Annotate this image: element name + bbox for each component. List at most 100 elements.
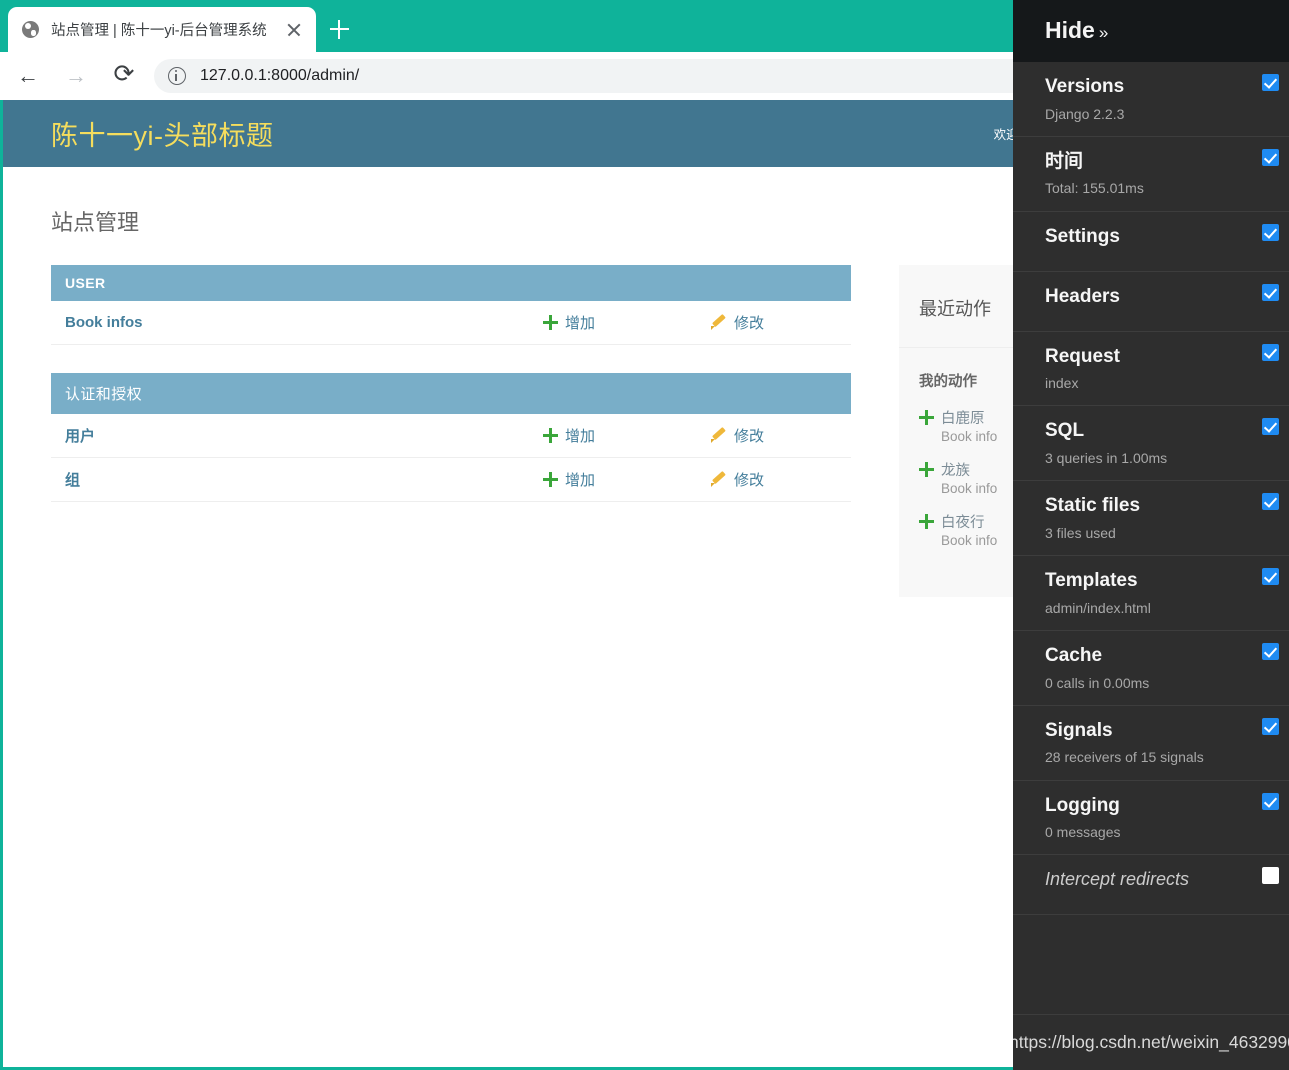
ddt-panel[interactable]: Intercept redirects: [1013, 855, 1289, 916]
ddt-panel[interactable]: Templates admin/index.html: [1013, 556, 1289, 631]
watermark: https://blog.csdn.net/weixin_46329906: [1013, 1014, 1289, 1070]
model-name-cell: 用户: [51, 414, 515, 458]
info-circle-icon[interactable]: [168, 67, 186, 85]
forward-arrow-icon[interactable]: [56, 56, 96, 96]
change-cell: 修改: [683, 414, 851, 458]
model-name-cell: 组: [51, 458, 515, 502]
ddt-panel-checkbox[interactable]: [1262, 343, 1279, 361]
ddt-panel-label[interactable]: Templates: [1045, 568, 1245, 594]
django-debug-toolbar: Hide» Versions Django 2.2.3 时间 Total: 155.0…: [1013, 0, 1289, 1070]
change-link[interactable]: 修改: [734, 472, 764, 489]
ddt-panel-sub: index: [1045, 375, 1079, 392]
ddt-panel-checkbox[interactable]: [1262, 717, 1279, 735]
ddt-panel-checkbox[interactable]: [1262, 148, 1279, 166]
model-link[interactable]: 组: [65, 472, 80, 489]
ddt-panel-sub: admin/index.html: [1045, 599, 1151, 616]
ddt-panel-sub: 0 calls in 0.00ms: [1045, 674, 1150, 691]
app-caption[interactable]: USER: [51, 265, 851, 301]
watermark-text: https://blog.csdn.net/weixin_46329906: [1013, 1032, 1289, 1052]
ddt-panel[interactable]: Headers: [1013, 272, 1289, 332]
new-tab-button[interactable]: [324, 14, 354, 44]
ddt-panel[interactable]: Logging 0 messages: [1013, 781, 1289, 856]
ddt-panel-label[interactable]: Logging: [1045, 793, 1245, 819]
change-link[interactable]: 修改: [734, 428, 764, 445]
ddt-panel-checkbox[interactable]: [1262, 867, 1279, 885]
add-cell: 增加: [515, 458, 683, 502]
browser-tab[interactable]: 站点管理 | 陈十一yi-后台管理系统: [8, 7, 316, 52]
app-caption[interactable]: 认证和授权: [51, 373, 851, 414]
ddt-panel-checkbox[interactable]: [1262, 568, 1279, 586]
globe-icon: [22, 21, 39, 38]
chevron-right-icon: »: [1098, 22, 1109, 42]
add-link[interactable]: 增加: [565, 428, 595, 445]
add-link[interactable]: 增加: [565, 472, 595, 489]
change-cell: 修改: [683, 301, 851, 345]
ddt-panel[interactable]: Versions Django 2.2.3: [1013, 62, 1289, 137]
ddt-panel-sub: 3 queries in 1.00ms: [1045, 450, 1168, 467]
ddt-panel[interactable]: Request index: [1013, 332, 1289, 407]
reload-icon[interactable]: [104, 54, 144, 96]
pencil-icon: [711, 428, 727, 443]
model-link[interactable]: 用户: [65, 428, 95, 445]
add-cell: 增加: [515, 414, 683, 458]
ddt-panel-sub: 0 messages: [1045, 824, 1121, 841]
ddt-panel[interactable]: Static files 3 files used: [1013, 481, 1289, 557]
change-link[interactable]: 修改: [734, 315, 764, 332]
app-module: USER Book infos 增加 修改: [51, 265, 851, 345]
ddt-panel-label[interactable]: SQL: [1045, 418, 1245, 444]
ddt-panel-sub: 3 files used: [1045, 524, 1116, 541]
tab-close-icon[interactable]: [282, 18, 306, 42]
ddt-panel-sub: Django 2.2.3: [1045, 105, 1125, 122]
ddt-panel-checkbox[interactable]: [1262, 283, 1279, 301]
ddt-panel-label[interactable]: Signals: [1045, 718, 1245, 744]
ddt-panel-label[interactable]: Intercept redirects: [1045, 867, 1245, 891]
ddt-panel[interactable]: SQL 3 queries in 1.00ms: [1013, 406, 1289, 482]
ddt-panel-checkbox[interactable]: [1262, 223, 1279, 241]
back-arrow-icon[interactable]: [8, 56, 48, 96]
table-row: 组 增加 修改: [51, 458, 851, 502]
table-row: 用户 增加 修改: [51, 414, 851, 458]
app-table: 认证和授权 用户 增加 修改组增加 修改: [51, 373, 851, 502]
ddt-panel-label[interactable]: Settings: [1045, 224, 1245, 250]
ddt-hide-text: Hide: [1045, 16, 1095, 43]
app-table: USER Book infos 增加 修改: [51, 265, 851, 345]
tab-title: 站点管理 | 陈十一yi-后台管理系统: [51, 23, 267, 39]
ddt-panel-label[interactable]: 时间: [1045, 149, 1245, 175]
url-text: 127.0.0.1:8000/admin/: [200, 67, 360, 84]
app-list: USER Book infos 增加 修改 认证和授权 用户 增加 修改组增加 修改: [51, 265, 851, 530]
plus-icon: [543, 472, 558, 487]
plus-icon: [919, 514, 934, 529]
model-name-cell: Book infos: [51, 301, 515, 345]
plus-icon: [919, 462, 934, 477]
ddt-panel[interactable]: Settings: [1013, 212, 1289, 272]
ddt-panel-label[interactable]: Static files: [1045, 493, 1245, 519]
ddt-panel-label[interactable]: Cache: [1045, 643, 1245, 669]
site-branding[interactable]: 陈十一yi-头部标题: [51, 114, 274, 153]
ddt-hide-label: Hide»: [1045, 17, 1108, 44]
ddt-panel-checkbox[interactable]: [1262, 493, 1279, 511]
add-cell: 增加: [515, 301, 683, 345]
ddt-panel-list: Versions Django 2.2.3 时间 Total: 155.01ms Set…: [1013, 62, 1289, 916]
add-link[interactable]: 增加: [565, 315, 595, 332]
browser-window: 站点管理 | 陈十一yi-后台管理系统 127.0.0.1:8000/admin…: [0, 0, 1289, 1070]
ddt-panel-checkbox[interactable]: [1262, 792, 1279, 810]
ddt-panel-label[interactable]: Request: [1045, 344, 1245, 370]
app-module: 认证和授权 用户 增加 修改组增加 修改: [51, 373, 851, 502]
ddt-panel[interactable]: Signals 28 receivers of 15 signals: [1013, 706, 1289, 781]
ddt-panel-sub: 28 receivers of 15 signals: [1045, 749, 1204, 766]
plus-icon: [543, 428, 558, 443]
ddt-panel-checkbox[interactable]: [1262, 74, 1279, 91]
ddt-panel-label[interactable]: Versions: [1045, 74, 1245, 100]
ddt-panel-checkbox[interactable]: [1262, 642, 1279, 660]
plus-icon: [919, 410, 934, 425]
change-cell: 修改: [683, 458, 851, 502]
model-link[interactable]: Book infos: [65, 314, 143, 331]
ddt-panel[interactable]: Cache 0 calls in 0.00ms: [1013, 631, 1289, 706]
ddt-panel-checkbox[interactable]: [1262, 418, 1279, 436]
ddt-panel[interactable]: 时间 Total: 155.01ms: [1013, 137, 1289, 212]
plus-icon: [543, 315, 558, 330]
pencil-icon: [711, 315, 727, 330]
pencil-icon: [711, 472, 727, 487]
ddt-hide-button[interactable]: Hide»: [1013, 0, 1289, 60]
ddt-panel-label[interactable]: Headers: [1045, 284, 1245, 310]
